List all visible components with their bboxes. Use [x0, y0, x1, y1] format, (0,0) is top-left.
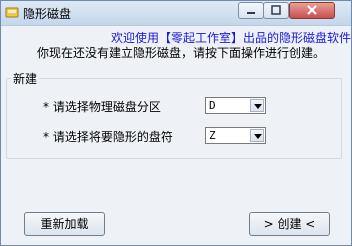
minimize-button[interactable]: [238, 2, 264, 19]
instruction-text: 你现在还没有建立隐形磁盘，请按下面操作进行创建。: [37, 46, 326, 60]
maximize-button[interactable]: [263, 2, 289, 19]
title-bar[interactable]: 隐形磁盘: [1, 1, 351, 26]
drive-letter-dropdown-button[interactable]: [250, 129, 264, 142]
close-icon: [307, 5, 317, 15]
app-icon: [5, 7, 19, 18]
drive-letter-value: Z: [209, 129, 216, 142]
window-title: 隐形磁盘: [23, 7, 72, 21]
partition-select[interactable]: D: [205, 97, 266, 114]
drive-letter-label: * 请选择将要隐形的盘符: [43, 130, 173, 144]
create-button[interactable]: > 创建 <: [249, 212, 330, 236]
close-button[interactable]: [289, 2, 335, 19]
partition-dropdown-button[interactable]: [250, 99, 264, 112]
app-window: 隐形磁盘 欢迎使用【零起工作室】出品的隐形磁盘软件！ 你现在还没有建立隐形磁盘，…: [0, 0, 352, 246]
chevron-down-icon: [254, 104, 262, 109]
groupbox-title: 新建: [11, 70, 40, 87]
reload-button[interactable]: 重新加载: [24, 212, 105, 236]
partition-value: D: [209, 99, 216, 112]
maximize-icon: [271, 5, 281, 15]
partition-label: * 请选择物理磁盘分区: [43, 100, 161, 114]
new-disk-groupbox: [6, 78, 342, 159]
chevron-down-icon: [254, 134, 262, 139]
minimize-icon: [247, 12, 255, 14]
drive-letter-select[interactable]: Z: [205, 127, 266, 144]
